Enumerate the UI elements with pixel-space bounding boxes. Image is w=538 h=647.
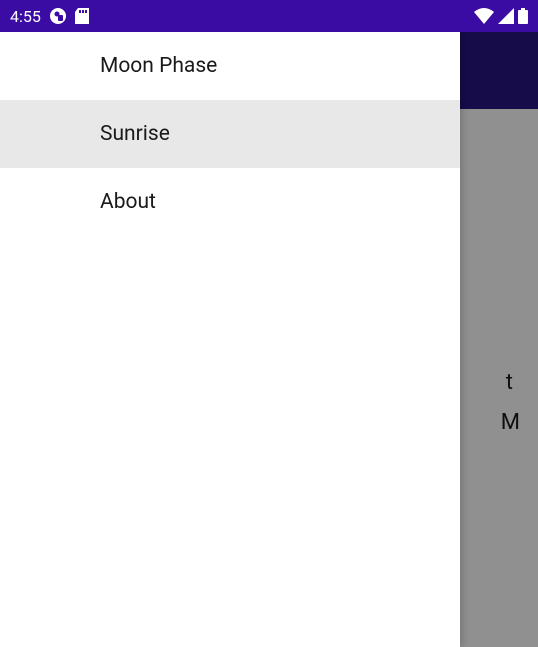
drawer-item-sunrise[interactable]: Sunrise [0, 100, 460, 168]
status-time: 4:55 [10, 7, 41, 26]
drawer-item-label: About [100, 190, 156, 214]
status-right [474, 8, 528, 24]
wifi-icon [474, 8, 494, 24]
drawer-item-about[interactable]: About [0, 168, 460, 236]
drawer-item-label: Moon Phase [100, 54, 217, 78]
drawer-item-label: Sunrise [100, 122, 170, 146]
profile-icon [49, 7, 67, 25]
navigation-drawer: Moon Phase Sunrise About [0, 32, 460, 647]
battery-icon [518, 8, 528, 24]
status-bar: 4:55 [0, 0, 538, 32]
cellular-icon [498, 8, 514, 24]
status-left: 4:55 [10, 7, 89, 26]
drawer-item-moon-phase[interactable]: Moon Phase [0, 32, 460, 100]
sd-card-icon [75, 8, 89, 24]
